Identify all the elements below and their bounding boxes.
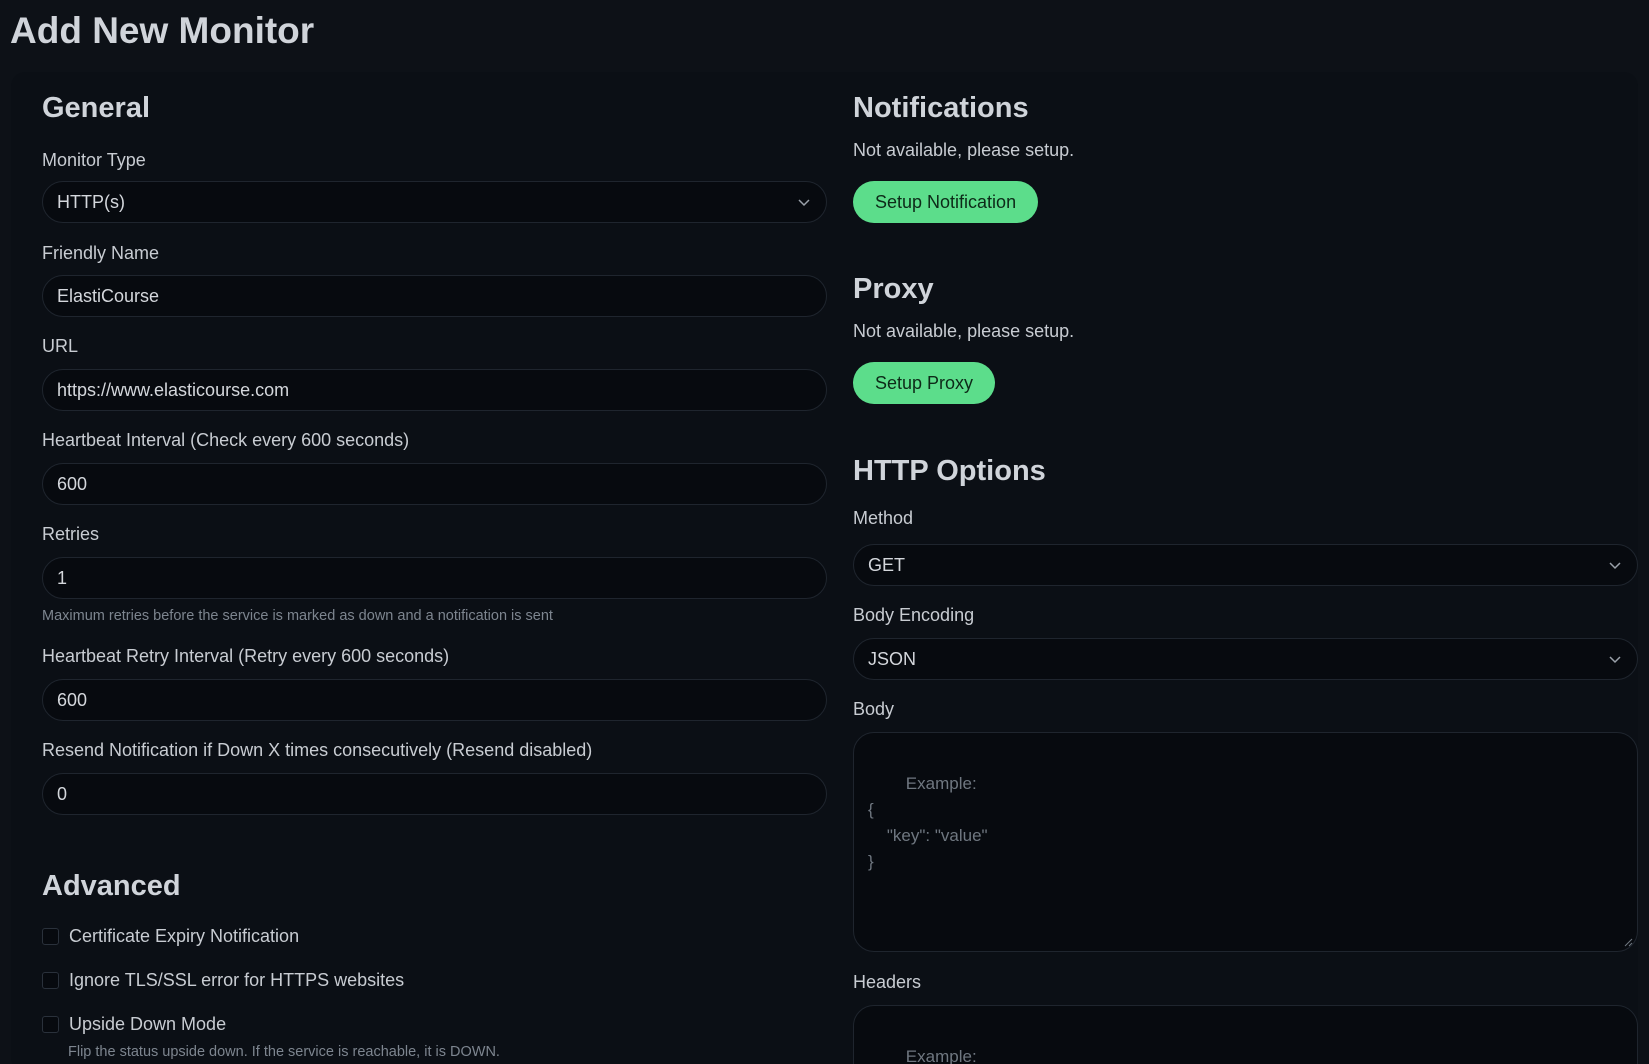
retries-value: 1 — [57, 567, 68, 588]
retries-input[interactable]: 1 — [42, 557, 827, 599]
resend-input[interactable]: 0 — [42, 773, 827, 815]
headers-textarea[interactable]: Example: { — [853, 1005, 1638, 1064]
setup-notification-button[interactable]: Setup Notification — [853, 181, 1039, 223]
resize-handle-icon[interactable] — [1623, 937, 1633, 947]
friendly-name-input[interactable]: ElastiCourse — [42, 275, 827, 317]
page-title: Add New Monitor — [10, 10, 315, 51]
advanced-heading: Advanced — [42, 870, 181, 902]
upside-down-row[interactable]: Upside Down Mode — [42, 1014, 226, 1035]
ignore-tls-checkbox[interactable] — [42, 972, 59, 989]
cert-expiry-label: Certificate Expiry Notification — [69, 926, 300, 946]
friendly-name-label: Friendly Name — [42, 243, 160, 263]
cert-expiry-row[interactable]: Certificate Expiry Notification — [42, 926, 299, 947]
retry-interval-label: Heartbeat Retry Interval (Retry every 60… — [42, 646, 450, 666]
body-textarea[interactable]: Example: { "key": "value" } — [853, 732, 1638, 952]
monitor-form-panel: General Monitor Type HTTP(s) Friendly Na… — [11, 72, 1638, 1064]
friendly-name-value: ElastiCourse — [57, 285, 160, 306]
upside-down-label: Upside Down Mode — [69, 1014, 227, 1034]
setup-proxy-button[interactable]: Setup Proxy — [853, 362, 996, 404]
heartbeat-interval-input[interactable]: 600 — [42, 463, 827, 505]
proxy-status: Not available, please setup. — [853, 321, 1075, 341]
upside-down-checkbox[interactable] — [42, 1016, 59, 1033]
heartbeat-interval-label: Heartbeat Interval (Check every 600 seco… — [42, 430, 410, 450]
retries-label: Retries — [42, 524, 100, 544]
heartbeat-interval-value: 600 — [57, 473, 88, 494]
upside-down-hint: Flip the status upside down. If the serv… — [68, 1044, 500, 1060]
resend-value: 0 — [57, 783, 68, 804]
retries-hint: Maximum retries before the service is ma… — [42, 608, 553, 624]
notifications-status: Not available, please setup. — [853, 140, 1075, 160]
headers-label: Headers — [853, 972, 922, 992]
monitor-type-select[interactable]: HTTP(s) — [42, 181, 827, 223]
chevron-down-icon — [798, 199, 810, 207]
url-value: https://www.elasticourse.com — [57, 379, 290, 400]
method-value: GET — [868, 554, 906, 575]
chevron-down-icon — [1609, 656, 1621, 664]
notifications-heading: Notifications — [853, 92, 1029, 124]
ignore-tls-row[interactable]: Ignore TLS/SSL error for HTTPS websites — [42, 970, 404, 991]
body-label: Body — [853, 699, 895, 719]
ignore-tls-label: Ignore TLS/SSL error for HTTPS websites — [69, 970, 405, 990]
monitor-type-label: Monitor Type — [42, 150, 146, 170]
proxy-heading: Proxy — [853, 273, 934, 305]
cert-expiry-checkbox[interactable] — [42, 928, 59, 945]
body-encoding-label: Body Encoding — [853, 605, 975, 625]
body-placeholder: Example: { "key": "value" } — [868, 774, 988, 871]
http-options-heading: HTTP Options — [853, 455, 1046, 487]
retry-interval-input[interactable]: 600 — [42, 679, 827, 721]
general-heading: General — [42, 92, 150, 124]
retry-interval-value: 600 — [57, 689, 88, 710]
method-select[interactable]: GET — [853, 544, 1638, 586]
page: Add New Monitor General Monitor Type HTT… — [0, 0, 1649, 1064]
method-label: Method — [853, 508, 914, 528]
monitor-type-value: HTTP(s) — [57, 191, 125, 212]
url-input[interactable]: https://www.elasticourse.com — [42, 369, 827, 411]
resend-label: Resend Notification if Down X times cons… — [42, 740, 593, 760]
body-encoding-select[interactable]: JSON — [853, 638, 1638, 680]
headers-placeholder: Example: { — [905, 1047, 977, 1064]
body-encoding-value: JSON — [868, 648, 917, 669]
chevron-down-icon — [1609, 562, 1621, 570]
url-label: URL — [42, 336, 79, 356]
